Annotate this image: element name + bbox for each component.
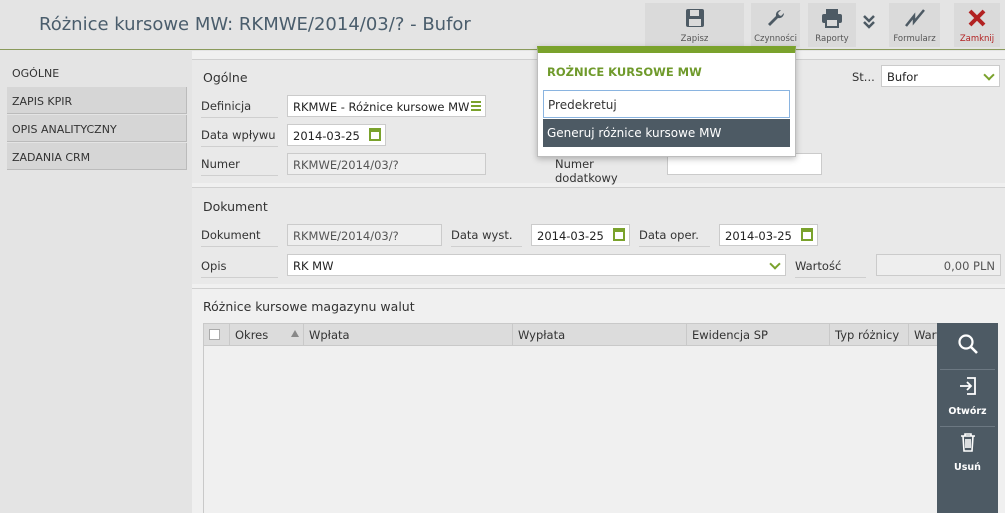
date-in-label: Data wpływu	[201, 128, 278, 147]
desc-select[interactable]: RK MW	[287, 254, 786, 276]
floppy-disk-icon	[645, 3, 744, 33]
date-in-field[interactable]: 2014-03-25	[287, 124, 386, 146]
save-label: Zapisz	[680, 34, 709, 44]
select-all-cell[interactable]	[204, 324, 230, 346]
definition-field[interactable]: RKMWE - Różnice kursowe MW	[287, 95, 486, 117]
list-icon[interactable]	[471, 101, 481, 111]
sidebar-item-kpir[interactable]: ZAPIS KPIR	[7, 87, 187, 114]
number-field[interactable]: RKMWE/2014/03/?	[287, 153, 486, 175]
more-button[interactable]	[858, 3, 880, 47]
sidebar-item-general[interactable]: OGÓLNE	[7, 59, 187, 86]
delete-button[interactable]: Usuń	[937, 432, 998, 478]
status-select[interactable]: Bufor	[881, 65, 1000, 87]
sort-ascending-icon	[291, 330, 299, 337]
select-all-checkbox[interactable]	[209, 329, 220, 340]
desc-label: Opis	[201, 259, 278, 278]
menu-item-generate-differences[interactable]: Generuj różnice kursowe MW	[543, 119, 790, 147]
divider	[940, 426, 995, 427]
extra-number-label: Numer dodatkowy	[555, 157, 658, 190]
actions-label: Czynności	[754, 34, 797, 44]
search-button[interactable]	[937, 333, 998, 365]
menu-item-predekretuj[interactable]: Predekretuj	[543, 90, 790, 118]
reports-button[interactable]: Raporty	[808, 3, 856, 47]
oper-date-label: Data oper.	[639, 228, 710, 247]
document-label: Dokument	[201, 228, 278, 247]
number-label: Numer	[201, 157, 278, 176]
grid-header: Okres Wpłata Wypłata Ewidencja SP Typ ró…	[203, 323, 998, 346]
sidebar: OGÓLNE ZAPIS KPIR OPIS ANALITYCZNY ZADAN…	[0, 51, 192, 513]
printer-icon	[808, 3, 856, 33]
sidebar-item-label: OGÓLNE	[12, 67, 60, 80]
page-title: Różnice kursowe MW: RKMWE/2014/03/? - Bu…	[39, 14, 471, 35]
trash-icon	[937, 432, 998, 454]
reports-label: Raporty	[815, 34, 849, 44]
sign-in-icon	[937, 376, 998, 398]
sidebar-item-crm-tasks[interactable]: ZADANIA CRM	[7, 143, 187, 170]
status-label: St...	[852, 70, 875, 84]
signature-icon	[889, 3, 940, 33]
close-icon	[954, 3, 1000, 33]
document-section-title: Dokument	[203, 199, 268, 214]
grid-body	[203, 346, 998, 513]
column-header-okres[interactable]: Okres	[230, 324, 304, 346]
oper-date-field[interactable]: 2014-03-25	[719, 224, 818, 246]
issue-date-label: Data wyst.	[451, 228, 522, 247]
divider	[940, 369, 995, 370]
column-header-ewidencja[interactable]: Ewidencja SP	[687, 324, 830, 346]
search-icon	[957, 334, 979, 358]
actions-popup-menu: ROŻNICE KURSOWE MW Predekretuj Generuj r…	[537, 46, 796, 157]
open-label: Otwórz	[948, 406, 987, 417]
form-button[interactable]: Formularz	[889, 3, 940, 47]
sidebar-item-label: ZAPIS KPIR	[12, 95, 73, 108]
wrench-icon	[751, 3, 800, 33]
issue-date-field[interactable]: 2014-03-25	[531, 224, 630, 246]
save-button[interactable]: Zapisz	[645, 3, 744, 47]
close-label: Zamknij	[959, 34, 995, 44]
side-action-bar: Otwórz Usuń	[937, 323, 998, 513]
column-header-wyplata[interactable]: Wypłata	[513, 324, 687, 346]
delete-label: Usuń	[954, 462, 981, 473]
popup-title: ROŻNICE KURSOWE MW	[547, 65, 702, 79]
document-field[interactable]: RKMWE/2014/03/?	[287, 224, 442, 246]
double-chevron-down-icon	[858, 3, 880, 33]
close-button[interactable]: Zamknij	[954, 3, 1000, 47]
form-label: Formularz	[893, 34, 936, 44]
calendar-icon[interactable]	[369, 128, 381, 141]
value-field[interactable]: 0,00 PLN	[876, 254, 1001, 276]
column-header-typ[interactable]: Typ różnicy	[830, 324, 909, 346]
value-label: Wartość	[795, 259, 866, 278]
calendar-icon[interactable]	[613, 228, 625, 241]
open-button[interactable]: Otwórz	[937, 376, 998, 422]
chevron-down-icon	[983, 69, 995, 81]
grid-section-title: Różnice kursowe magazynu walut	[203, 299, 415, 314]
calendar-icon[interactable]	[801, 228, 813, 241]
chevron-down-icon	[769, 258, 781, 270]
definition-label: Definicja	[201, 99, 278, 118]
document-section: Dokument Dokument RKMWE/2014/03/? Data w…	[192, 187, 1005, 284]
sidebar-item-label: ZADANIA CRM	[12, 151, 91, 164]
window-header: Różnice kursowe MW: RKMWE/2014/03/? - Bu…	[0, 0, 1005, 50]
column-header-wplata[interactable]: Wpłata	[304, 324, 513, 346]
sidebar-item-analytics[interactable]: OPIS ANALITYCZNY	[7, 115, 187, 142]
actions-button[interactable]: Czynności	[751, 3, 800, 47]
general-section-title: Ogólne	[203, 70, 248, 85]
sidebar-item-label: OPIS ANALITYCZNY	[12, 123, 117, 136]
